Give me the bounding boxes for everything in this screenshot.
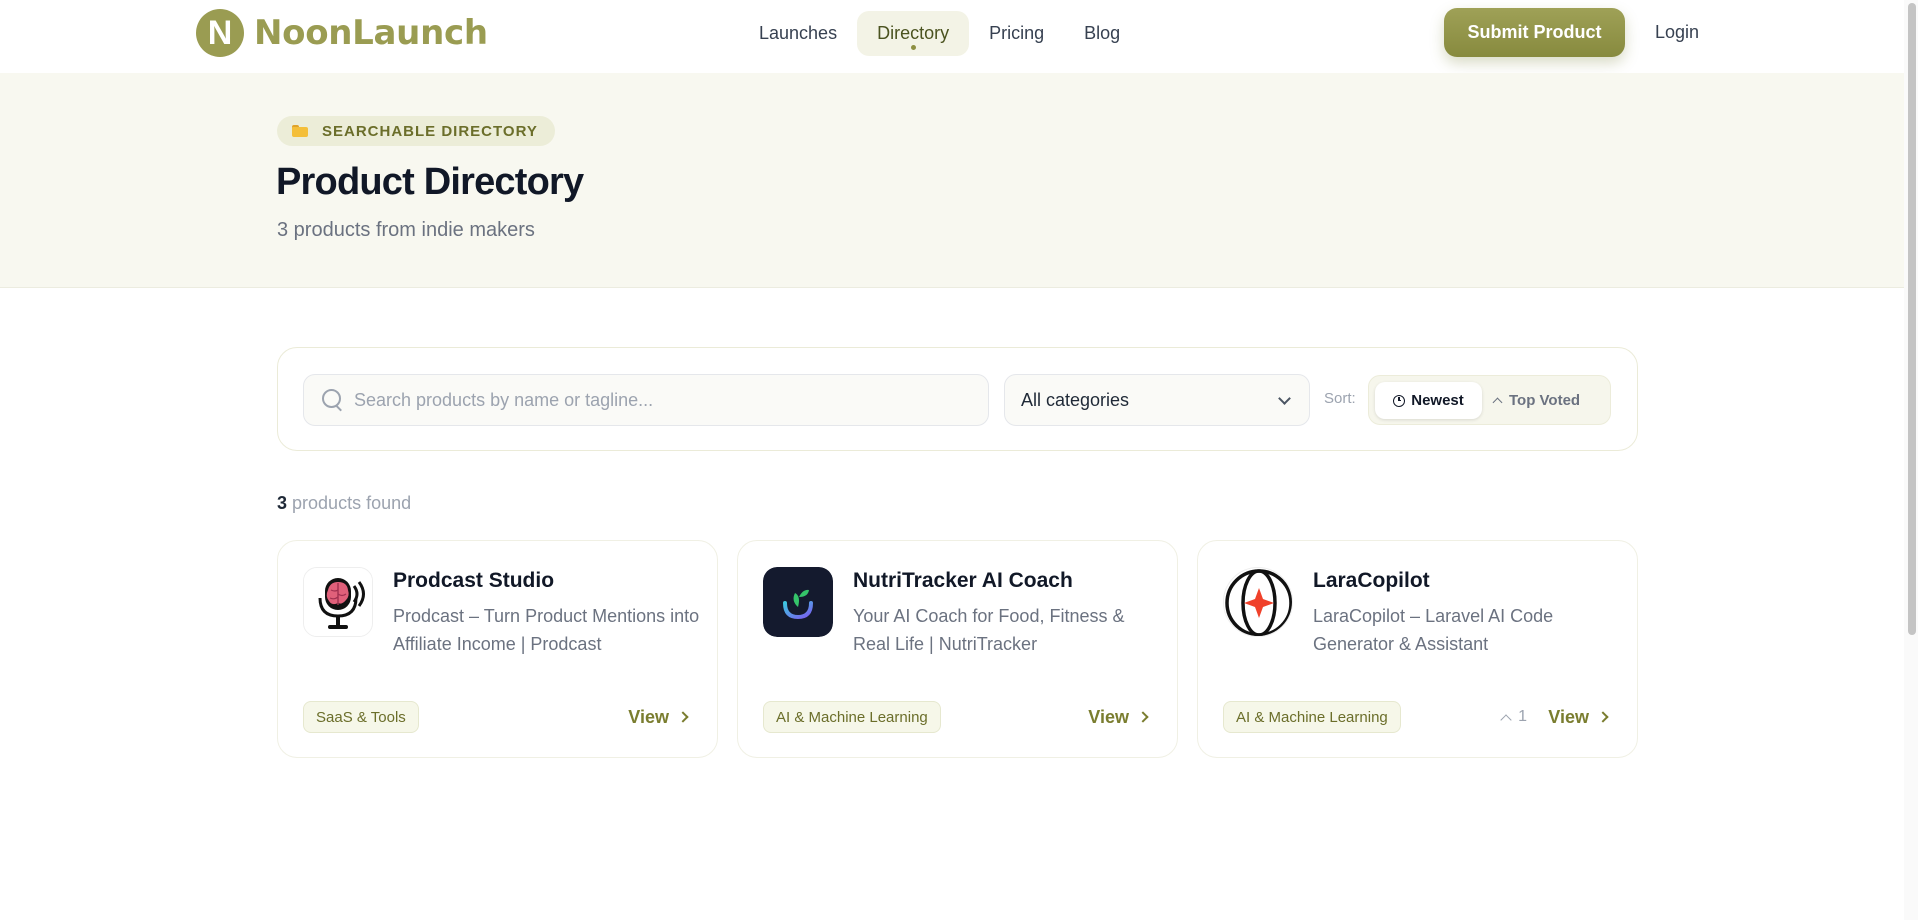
view-label: View xyxy=(1088,706,1129,727)
filter-bar: All categories Sort: Newest Top Voted xyxy=(277,347,1638,451)
nutritracker-logo-icon xyxy=(763,567,833,637)
chevron-up-icon xyxy=(1492,397,1503,408)
chevron-down-icon xyxy=(1278,392,1291,405)
sort-label: Sort: xyxy=(1324,390,1356,407)
category-selected-value: All categories xyxy=(1021,389,1130,410)
chevron-up-icon xyxy=(1500,713,1512,726)
view-label: View xyxy=(1548,706,1589,727)
brand-name: NoonLaunch xyxy=(254,13,488,53)
top-navbar: N NoonLaunch Launches Directory Pricing … xyxy=(0,0,1918,73)
sort-toggle-group: Newest Top Voted xyxy=(1368,375,1611,425)
product-card[interactable]: NutriTracker AI Coach Your AI Coach for … xyxy=(737,540,1178,758)
search-input[interactable] xyxy=(354,389,954,411)
page-title: Product Directory xyxy=(276,161,584,203)
category-tag[interactable]: AI & Machine Learning xyxy=(1223,701,1401,733)
sort-option-label: Top Voted xyxy=(1509,392,1581,409)
category-select[interactable]: All categories xyxy=(1004,374,1310,426)
laracopilot-logo-icon xyxy=(1223,567,1293,637)
nav-item-label: Directory xyxy=(877,23,950,43)
nav-item-launches[interactable]: Launches xyxy=(739,11,857,56)
nav-item-label: Blog xyxy=(1084,23,1121,43)
category-tag[interactable]: AI & Machine Learning xyxy=(763,701,941,733)
search-icon xyxy=(322,389,344,411)
search-box[interactable] xyxy=(303,374,989,426)
sort-option-label: Newest xyxy=(1411,392,1464,409)
view-button[interactable]: View xyxy=(628,701,689,733)
active-indicator-dot xyxy=(911,45,917,50)
product-tagline: LaraCopilot – Laravel AI Code Generator … xyxy=(1313,606,1554,654)
clock-icon xyxy=(1393,394,1406,407)
product-name[interactable]: NutriTracker AI Coach xyxy=(853,569,1073,593)
nav-item-directory[interactable]: Directory xyxy=(857,11,970,56)
sort-top-voted-button[interactable]: Top Voted xyxy=(1492,382,1581,419)
product-card[interactable]: LaraCopilot LaraCopilot – Laravel AI Cod… xyxy=(1197,540,1638,758)
product-tagline: Prodcast – Turn Product Mentions into Af… xyxy=(393,606,700,654)
view-button[interactable]: View xyxy=(1548,701,1609,733)
hero-badge-label: SEARCHABLE DIRECTORY xyxy=(322,122,538,140)
logo-mark-icon: N xyxy=(196,9,244,57)
hero-badge: SEARCHABLE DIRECTORY xyxy=(277,116,555,146)
chevron-right-icon xyxy=(1137,711,1149,723)
login-button[interactable]: Login xyxy=(1640,8,1714,57)
product-tagline: Your AI Coach for Food, Fitness & Real L… xyxy=(853,606,1125,654)
product-card[interactable]: Prodcast Studio Prodcast – Turn Product … xyxy=(277,540,718,758)
chevron-right-icon xyxy=(677,711,689,723)
product-name[interactable]: Prodcast Studio xyxy=(393,569,554,593)
main-nav: Launches Directory Pricing Blog xyxy=(739,11,1140,56)
sort-newest-button[interactable]: Newest xyxy=(1375,382,1482,419)
view-label: View xyxy=(628,706,669,727)
vote-count: 1 xyxy=(1518,708,1527,725)
microphone-brain-logo-icon xyxy=(303,567,373,637)
upvote-button[interactable]: 1 xyxy=(1500,701,1527,733)
category-tag[interactable]: SaaS & Tools xyxy=(303,701,419,733)
results-count-number: 3 xyxy=(277,493,288,513)
submit-product-button[interactable]: Submit Product xyxy=(1444,8,1625,57)
nav-item-blog[interactable]: Blog xyxy=(1064,11,1140,56)
nav-item-label: Launches xyxy=(759,23,838,43)
brand-logo[interactable]: N NoonLaunch xyxy=(196,9,488,57)
chevron-right-icon xyxy=(1597,711,1609,723)
page-subtitle: 3 products from indie makers xyxy=(277,219,535,241)
logo-letter: N xyxy=(207,14,233,52)
results-count-suffix: products found xyxy=(292,493,412,513)
scrollbar-thumb[interactable] xyxy=(1908,3,1916,635)
nav-item-pricing[interactable]: Pricing xyxy=(969,11,1064,56)
folder-icon xyxy=(292,125,308,137)
product-name[interactable]: LaraCopilot xyxy=(1313,569,1430,593)
view-button[interactable]: View xyxy=(1088,701,1149,733)
page-scrollbar[interactable] xyxy=(1904,0,1918,920)
hero-section: SEARCHABLE DIRECTORY Product Directory 3… xyxy=(0,73,1918,288)
nav-item-label: Pricing xyxy=(989,23,1045,43)
results-count: 3 products found xyxy=(277,493,411,514)
